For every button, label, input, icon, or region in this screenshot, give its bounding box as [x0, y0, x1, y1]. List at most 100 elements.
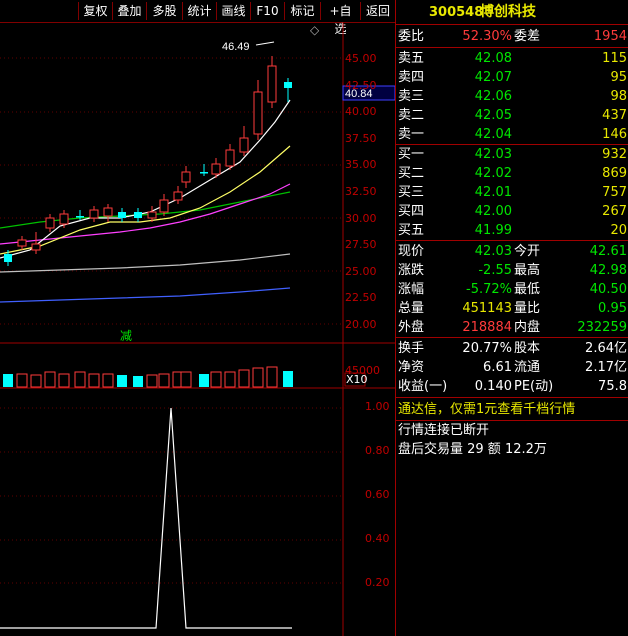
stat-value: 42.03: [474, 244, 512, 259]
candle: [159, 199, 169, 213]
ask-price: 42.08: [474, 51, 512, 66]
candle: [89, 209, 99, 219]
candle: [181, 171, 191, 183]
back-button[interactable]: 返回: [360, 2, 395, 20]
fundamental-value: 20.77%: [462, 341, 512, 356]
bid-row: 买一 42.03 932: [396, 145, 628, 164]
price-tick: 45.00: [345, 52, 377, 65]
candle: [31, 243, 41, 251]
ma30-line: [0, 191, 291, 229]
price-tick: 30.00: [345, 211, 377, 225]
stats-button[interactable]: 统计: [182, 2, 216, 20]
stat-label: 今开: [514, 244, 541, 259]
bid-label: 买二: [398, 166, 425, 181]
bid-volume: 267: [602, 204, 627, 219]
ask-row: 卖一 42.04 146: [396, 125, 628, 144]
ask-volume: 437: [602, 108, 627, 123]
ask-label: 卖四: [398, 70, 425, 85]
candle: [118, 212, 126, 218]
kline-chart-area[interactable]: 46.49 ◇ 40.84 减 45.00 42.50 40.00 37.50 35.0…: [0, 22, 395, 636]
mark-button[interactable]: 标记: [284, 2, 320, 20]
candle: [173, 191, 183, 201]
price-tick: 22.50: [345, 291, 377, 305]
f10-button[interactable]: F10: [250, 2, 284, 20]
add-watchlist-button[interactable]: +自选: [320, 2, 360, 36]
overlay-button[interactable]: 叠加: [112, 2, 146, 20]
candle: [134, 212, 142, 218]
volume-bar: [266, 366, 278, 388]
price-tick: 40.00: [345, 105, 377, 119]
price-tick: 32.50: [345, 185, 377, 198]
stat-value: 218884: [462, 320, 512, 335]
volume-bar: [102, 373, 114, 388]
volume-bar: [133, 376, 143, 387]
stat-label: 现价: [398, 244, 425, 259]
volume-bar: [238, 369, 250, 388]
multi-stock-button[interactable]: 多股: [146, 2, 182, 20]
ask-row: 卖二 42.05 437: [396, 106, 628, 125]
fundamental-row: 净资 6.61 流通 2.17亿: [396, 358, 628, 377]
volume-bar: [16, 373, 28, 388]
candle: [211, 163, 221, 175]
stat-value: -5.72%: [466, 282, 512, 297]
bid-row: 买五 41.99 20: [396, 221, 628, 240]
ask-price: 42.04: [474, 127, 512, 142]
volume-bar: [88, 373, 100, 388]
stat-label: 最高: [514, 263, 541, 278]
fundamental-label: 净资: [398, 360, 425, 375]
stat-value: -2.55: [478, 263, 512, 278]
bid-row: 买二 42.02 869: [396, 164, 628, 183]
notice-link[interactable]: 通达信，仅需1元查看千档行情: [396, 400, 628, 419]
candle: [59, 213, 69, 225]
volume-bar: [146, 374, 158, 388]
fuquan-button[interactable]: 复权: [78, 2, 112, 20]
bid-price: 42.03: [474, 147, 512, 162]
bid-volume: 932: [602, 147, 627, 162]
fundamental-value: 75.8: [598, 379, 627, 394]
toolbar: 复权 叠加 多股 统计 画线 F10 标记 +自选 返回: [0, 0, 395, 36]
bid-row: 买三 42.01 757: [396, 183, 628, 202]
stat-value: 42.61: [589, 244, 627, 259]
ask-volume: 95: [610, 70, 627, 85]
quote-panel: 300548 博创科技 委比 52.30% 委差 1954 卖五 42.08 115…: [395, 0, 628, 636]
stat-value: 42.98: [589, 263, 627, 278]
volume-bar: [199, 374, 209, 387]
ask-label: 卖二: [398, 108, 425, 123]
price-tick: 25.00: [345, 264, 377, 278]
ask-price: 42.05: [474, 108, 512, 123]
stock-name: 博创科技: [480, 4, 536, 20]
draw-line-button[interactable]: 画线: [216, 2, 250, 20]
price-tick: 35.00: [345, 158, 377, 172]
fundamental-value: 2.64亿: [585, 341, 627, 356]
stat-label: 总量: [398, 301, 425, 316]
bid-volume: 20: [610, 223, 627, 238]
volume-bar: [44, 371, 56, 388]
ask-price: 42.06: [474, 89, 512, 104]
ask-label: 卖一: [398, 127, 425, 142]
stat-label: 涨跌: [398, 263, 425, 278]
weibi-value: 52.30%: [462, 29, 512, 44]
candle: [239, 137, 249, 153]
stat-row: 外盘 218884 内盘 232259: [396, 318, 628, 337]
stat-label: 量比: [514, 301, 541, 316]
ask-volume: 146: [602, 127, 627, 142]
bid-label: 买一: [398, 147, 425, 162]
candle: [284, 82, 292, 88]
ask-label: 卖五: [398, 51, 425, 66]
candle: [4, 254, 12, 262]
volume-bar: [252, 367, 264, 388]
ma10-line: [0, 145, 291, 255]
candle: [253, 91, 263, 135]
volume-bar: [224, 371, 236, 388]
ask-row: 卖四 42.07 95: [396, 68, 628, 87]
stat-label: 内盘: [514, 320, 541, 335]
bid-price: 42.01: [474, 185, 512, 200]
candle: [45, 217, 55, 229]
notice-text[interactable]: 通达信，仅需1元查看千档行情: [398, 400, 575, 419]
stat-label: 外盘: [398, 320, 425, 335]
ask-row: 卖五 42.08 115: [396, 49, 628, 68]
ma60-line: [0, 253, 291, 273]
stock-code: 300548: [429, 5, 484, 20]
kline-chart-svg[interactable]: 46.49 ◇ 40.84 减: [0, 22, 395, 636]
reduce-marker: 减: [120, 329, 132, 343]
